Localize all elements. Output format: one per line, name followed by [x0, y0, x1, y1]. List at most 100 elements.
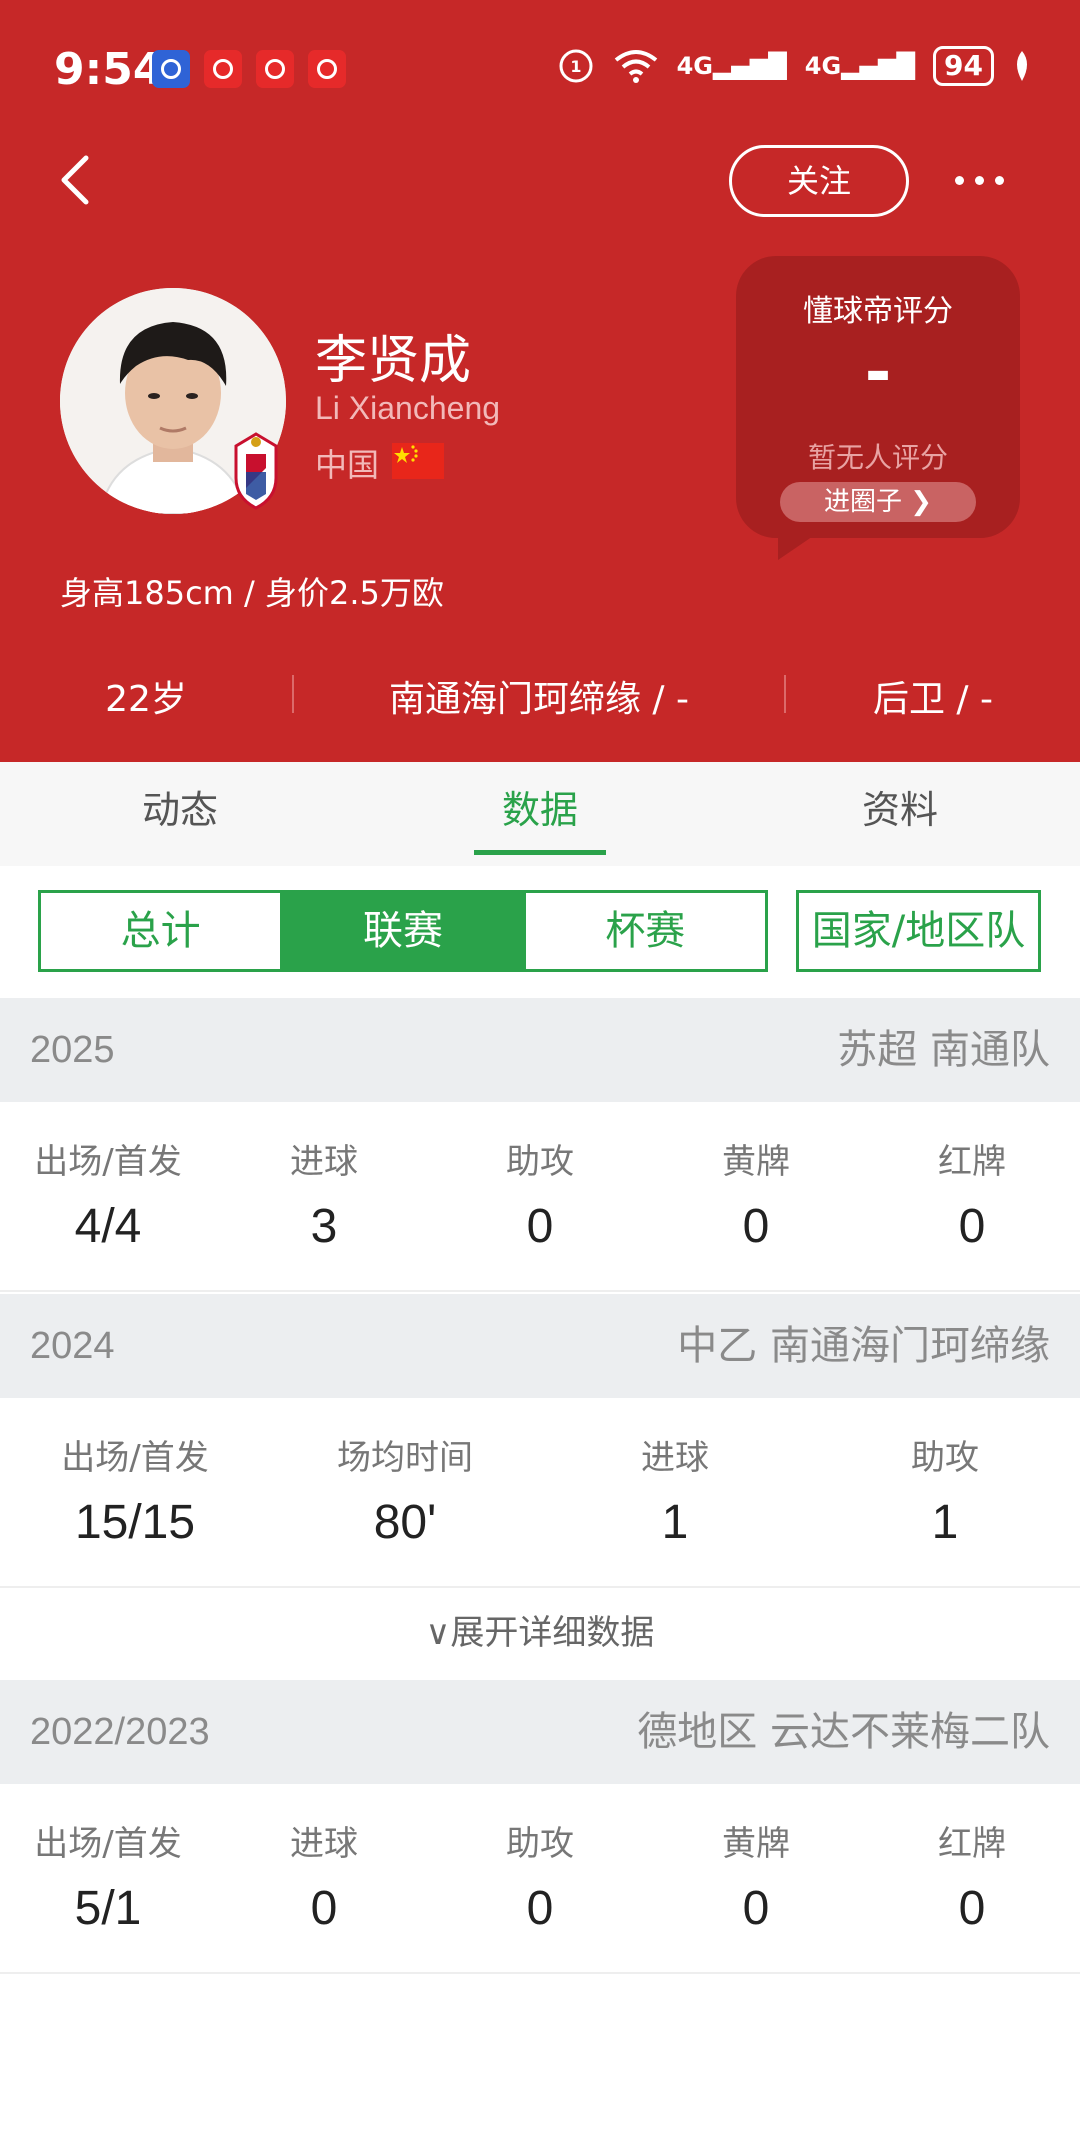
stat-value: 0: [958, 1200, 986, 1253]
filter-total[interactable]: 总计: [41, 893, 280, 969]
active-tab-indicator: [474, 850, 606, 855]
dot-icon: [955, 175, 964, 185]
stat-value: 0: [310, 1882, 338, 1935]
stat-apps-starts: 出场/首发 4/4: [0, 1102, 216, 1254]
app-notification-icon: [152, 50, 190, 88]
hd-call-icon: 1: [559, 49, 593, 83]
season-team: 德地区 云达不莱梅二队: [637, 1709, 1050, 1755]
season-year: 2024: [30, 1325, 115, 1367]
stat-avg-minutes: 场均时间 80': [270, 1398, 540, 1550]
follow-button[interactable]: 关注: [729, 145, 909, 217]
stat-label: 场均时间: [337, 1438, 473, 1478]
stat-value: 0: [958, 1882, 986, 1935]
stat-value: 1: [931, 1496, 959, 1549]
stat-value: 4/4: [74, 1200, 142, 1253]
app-notification-icon: [256, 50, 294, 88]
stat-label: 黄牌: [722, 1824, 790, 1864]
season-year: 2025: [30, 1029, 115, 1071]
filter-national-team[interactable]: 国家/地区队: [796, 890, 1041, 972]
cellular-signal-icon: 4G▂▄▆█: [676, 52, 787, 80]
network-type-label: 4G: [676, 52, 713, 80]
stat-goals: 进球 3: [216, 1102, 432, 1254]
stat-value: 80': [373, 1496, 437, 1549]
status-icons: 1 4G▂▄▆█ 4G▂▄▆█ 94: [557, 44, 1032, 88]
stat-value: 0: [742, 1200, 770, 1253]
stat-label: 进球: [290, 1142, 358, 1182]
stat-goals: 进球 1: [540, 1398, 810, 1550]
network-type-label: 4G: [804, 52, 842, 80]
stat-label: 助攻: [911, 1438, 979, 1478]
season-stats-row: 出场/首发 5/1 进球 0 助攻 0 黄牌 0 红牌 0: [0, 1784, 1080, 1974]
player-age: 22岁: [105, 679, 187, 720]
stat-label: 红牌: [938, 1142, 1006, 1182]
stat-red-cards: 红牌 0: [864, 1102, 1080, 1254]
battery-indicator: 94: [933, 46, 994, 86]
season-team: 苏超 南通队: [837, 1027, 1050, 1073]
stat-label: 助攻: [506, 1824, 574, 1864]
stat-red-cards: 红牌 0: [864, 1784, 1080, 1936]
china-flag-icon: [392, 443, 444, 479]
competition-filter: 总计 联赛 杯赛: [38, 890, 768, 972]
wifi-icon: [614, 50, 657, 83]
season-year: 2022/2023: [30, 1711, 210, 1753]
club-badge-icon: [234, 432, 278, 510]
status-time: 9:54: [54, 44, 164, 95]
back-button[interactable]: [52, 150, 102, 210]
stat-apps-starts: 出场/首发 15/15: [0, 1398, 270, 1550]
stat-assists: 助攻 1: [810, 1398, 1080, 1550]
player-club[interactable]: 南通海门珂缔缘 / -: [294, 665, 784, 735]
stat-label: 进球: [641, 1438, 709, 1478]
stat-label: 红牌: [938, 1824, 1006, 1864]
rating-card-tail: [778, 530, 822, 560]
leaf-icon: [1017, 51, 1027, 81]
player-position: 后卫 / -: [872, 679, 993, 720]
stat-value: 5/1: [74, 1882, 142, 1935]
stat-value: 1: [661, 1496, 689, 1549]
player-english-name: Li Xiancheng: [315, 390, 501, 426]
player-body-info: 身高185cm / 身价2.5万欧: [60, 574, 444, 612]
filter-cup[interactable]: 杯赛: [522, 893, 765, 969]
stat-assists: 助攻 0: [432, 1102, 648, 1254]
expand-details-button[interactable]: ∨展开详细数据: [0, 1590, 1080, 1680]
stat-yellow-cards: 黄牌 0: [648, 1784, 864, 1936]
stat-goals: 进球 0: [216, 1784, 432, 1936]
enter-circle-button[interactable]: 进圈子 ❯: [780, 482, 976, 522]
app-notification-icon: [308, 50, 346, 88]
season-stats-row: 出场/首发 4/4 进球 3 助攻 0 黄牌 0 红牌 0: [0, 1102, 1080, 1292]
season-header: 2022/2023 德地区 云达不莱梅二队: [0, 1680, 1080, 1784]
stat-value: 0: [526, 1200, 554, 1253]
svg-text:1: 1: [570, 57, 581, 76]
player-name: 李贤成: [315, 331, 472, 391]
rating-note: 暂无人评分: [807, 441, 948, 474]
rating-card: 懂球帝评分 - 暂无人评分 进圈子 ❯: [736, 256, 1020, 538]
stat-label: 出场/首发: [61, 1438, 209, 1478]
status-bar: 9:54 1 4G▂▄▆█ 4G▂▄▆█ 94: [0, 0, 1080, 135]
stat-value: 0: [526, 1882, 554, 1935]
player-summary: 22岁 南通海门珂缔缘 / - 后卫 / -: [0, 665, 1080, 735]
season-team: 中乙 南通海门珂缔缘: [677, 1323, 1050, 1369]
stat-value: 3: [310, 1200, 338, 1253]
season-header: 2025 苏超 南通队: [0, 998, 1080, 1102]
stat-label: 出场/首发: [34, 1824, 182, 1864]
stat-yellow-cards: 黄牌 0: [648, 1102, 864, 1254]
tab-profile[interactable]: 资料: [720, 762, 1080, 866]
player-nationality: 中国: [315, 446, 380, 484]
filter-league[interactable]: 联赛: [280, 893, 523, 969]
dot-icon: [975, 175, 984, 185]
tab-news[interactable]: 动态: [0, 762, 360, 866]
stat-value: 15/15: [74, 1496, 196, 1549]
dot-icon: [995, 175, 1004, 185]
stat-assists: 助攻 0: [432, 1784, 648, 1936]
cellular-signal-icon: 4G▂▄▆█: [804, 52, 916, 80]
season-header: 2024 中乙 南通海门珂缔缘: [0, 1294, 1080, 1398]
stat-label: 出场/首发: [34, 1142, 182, 1182]
rating-value: -: [864, 336, 892, 410]
more-options-button[interactable]: [955, 160, 1015, 200]
stat-value: 0: [742, 1882, 770, 1935]
stat-label: 黄牌: [722, 1142, 790, 1182]
app-notification-icon: [204, 50, 242, 88]
season-stats-row: 出场/首发 15/15 场均时间 80' 进球 1 助攻 1: [0, 1398, 1080, 1588]
player-header: 9:54 1 4G▂▄▆█ 4G▂▄▆█ 94 关注 李贤成 Li Xianch…: [0, 0, 1080, 762]
rating-title: 懂球帝评分: [803, 294, 953, 329]
stat-label: 进球: [290, 1824, 358, 1864]
